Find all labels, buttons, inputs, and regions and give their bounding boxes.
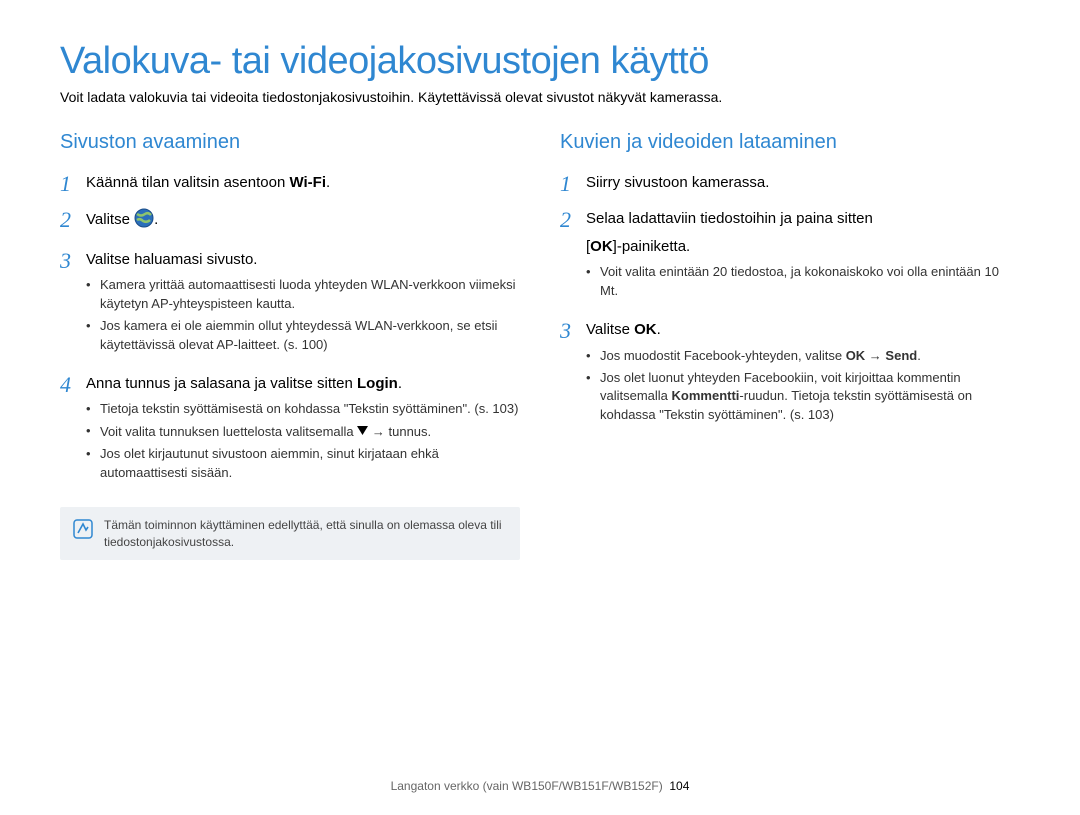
step-text: . bbox=[657, 321, 661, 338]
sub-bullet: Kamera yrittää automaattisesti luoda yht… bbox=[86, 276, 520, 314]
sub-bullet-list: Jos muodostit Facebook-yhteyden, valitse… bbox=[586, 347, 1020, 425]
step-body: Selaa ladattaviin tiedostoihin ja paina … bbox=[586, 208, 1020, 311]
step-text: ]-painiketta. bbox=[613, 238, 691, 255]
step-body: Anna tunnus ja salasana ja valitse sitte… bbox=[86, 373, 520, 493]
step-text: . bbox=[154, 211, 158, 228]
left-column: Sivuston avaaminen 1 Käännä tilan valits… bbox=[60, 131, 520, 560]
ok-icon: OK bbox=[634, 321, 657, 338]
right-column: Kuvien ja videoiden lataaminen 1 Siirry … bbox=[560, 131, 1020, 560]
login-label: Login bbox=[357, 375, 398, 392]
sub-bullet: Voit valita enintään 20 tiedostoa, ja ko… bbox=[586, 263, 1020, 301]
page-footer: Langaton verkko (vain WB150F/WB151F/WB15… bbox=[0, 779, 1080, 793]
step-number: 1 bbox=[560, 172, 586, 195]
step-body: Siirry sivustoon kamerassa. bbox=[586, 172, 1020, 200]
sub-bullet-list: Kamera yrittää automaattisesti luoda yht… bbox=[86, 276, 520, 354]
step-text: . bbox=[398, 375, 402, 392]
sub-bullet: Tietoja tekstin syöttämisestä on kohdass… bbox=[86, 400, 520, 419]
sub-bullet: Jos olet kirjautunut sivustoon aiemmin, … bbox=[86, 445, 520, 483]
sub-bullet: Jos muodostit Facebook-yhteyden, valitse… bbox=[586, 347, 1020, 366]
right-heading: Kuvien ja videoiden lataaminen bbox=[560, 131, 1020, 154]
step-text: Käännä tilan valitsin asentoon bbox=[86, 174, 289, 191]
step-number: 3 bbox=[60, 249, 86, 272]
ok-icon: OK bbox=[590, 238, 613, 255]
bullet-text: . bbox=[917, 348, 921, 363]
sub-bullet: Voit valita tunnuksen luettelosta valits… bbox=[86, 422, 520, 442]
note-icon bbox=[72, 517, 94, 539]
step-text: Siirry sivustoon kamerassa. bbox=[586, 172, 1020, 194]
step-number: 2 bbox=[60, 208, 86, 231]
note-box: Tämän toiminnon käyttäminen edellyttää, … bbox=[60, 507, 520, 561]
step-text: . bbox=[326, 174, 330, 191]
step-text: Valitse haluamasi sivusto. bbox=[86, 249, 520, 271]
step-body: Valitse haluamasi sivusto. Kamera yrittä… bbox=[86, 249, 520, 365]
page-number: 104 bbox=[669, 779, 689, 793]
bullet-text: → bbox=[865, 348, 885, 363]
kommentti-label: Kommentti bbox=[672, 388, 740, 403]
ok-icon: OK bbox=[846, 348, 866, 363]
left-step-2: 2 Valitse . bbox=[60, 208, 520, 241]
note-text: Tämän toiminnon käyttäminen edellyttää, … bbox=[104, 517, 508, 551]
manual-page: Valokuva- tai videojakosivustojen käyttö… bbox=[0, 0, 1080, 815]
left-step-4: 4 Anna tunnus ja salasana ja valitse sit… bbox=[60, 373, 520, 493]
sub-bullet: Jos olet luonut yhteyden Facebookiin, vo… bbox=[586, 369, 1020, 426]
step-number: 4 bbox=[60, 373, 86, 396]
step-text: Valitse bbox=[86, 211, 134, 228]
bullet-text: tunnus. bbox=[389, 424, 432, 439]
down-arrow-icon bbox=[357, 422, 368, 441]
step-number: 1 bbox=[60, 172, 86, 195]
bullet-text: Jos muodostit Facebook-yhteyden, valitse bbox=[600, 348, 846, 363]
sub-bullet-list: Tietoja tekstin syöttämisestä on kohdass… bbox=[86, 400, 520, 482]
right-step-2: 2 Selaa ladattaviin tiedostoihin ja pain… bbox=[560, 208, 1020, 311]
sub-bullet: Jos kamera ei ole aiemmin ollut yhteydes… bbox=[86, 317, 520, 355]
globe-icon bbox=[134, 208, 154, 235]
step-body: Valitse . bbox=[86, 208, 520, 241]
step-body: Valitse OK. Jos muodostit Facebook-yhtey… bbox=[586, 319, 1020, 435]
sub-bullet-list: Voit valita enintään 20 tiedostoa, ja ko… bbox=[586, 263, 1020, 301]
footer-text: Langaton verkko (vain WB150F/WB151F/WB15… bbox=[391, 779, 663, 793]
left-step-3: 3 Valitse haluamasi sivusto. Kamera yrit… bbox=[60, 249, 520, 365]
page-title: Valokuva- tai videojakosivustojen käyttö bbox=[60, 40, 1020, 83]
step-number: 3 bbox=[560, 319, 586, 342]
two-column-layout: Sivuston avaaminen 1 Käännä tilan valits… bbox=[60, 131, 1020, 560]
step-number: 2 bbox=[560, 208, 586, 231]
step-text: Anna tunnus ja salasana ja valitse sitte… bbox=[86, 375, 357, 392]
wifi-icon: Wi-Fi bbox=[289, 174, 326, 191]
step-body: Käännä tilan valitsin asentoon Wi-Fi. bbox=[86, 172, 520, 200]
right-step-3: 3 Valitse OK. Jos muodostit Facebook-yht… bbox=[560, 319, 1020, 435]
left-step-1: 1 Käännä tilan valitsin asentoon Wi-Fi. bbox=[60, 172, 520, 200]
intro-text: Voit ladata valokuvia tai videoita tiedo… bbox=[60, 89, 1020, 105]
left-heading: Sivuston avaaminen bbox=[60, 131, 520, 154]
bullet-text: Voit valita tunnuksen luettelosta valits… bbox=[100, 424, 357, 439]
bullet-text: → bbox=[368, 424, 388, 439]
step-text: Selaa ladattaviin tiedostoihin ja paina … bbox=[586, 208, 1020, 230]
send-label: Send bbox=[885, 348, 917, 363]
right-step-1: 1 Siirry sivustoon kamerassa. bbox=[560, 172, 1020, 200]
step-text: Valitse bbox=[586, 321, 634, 338]
